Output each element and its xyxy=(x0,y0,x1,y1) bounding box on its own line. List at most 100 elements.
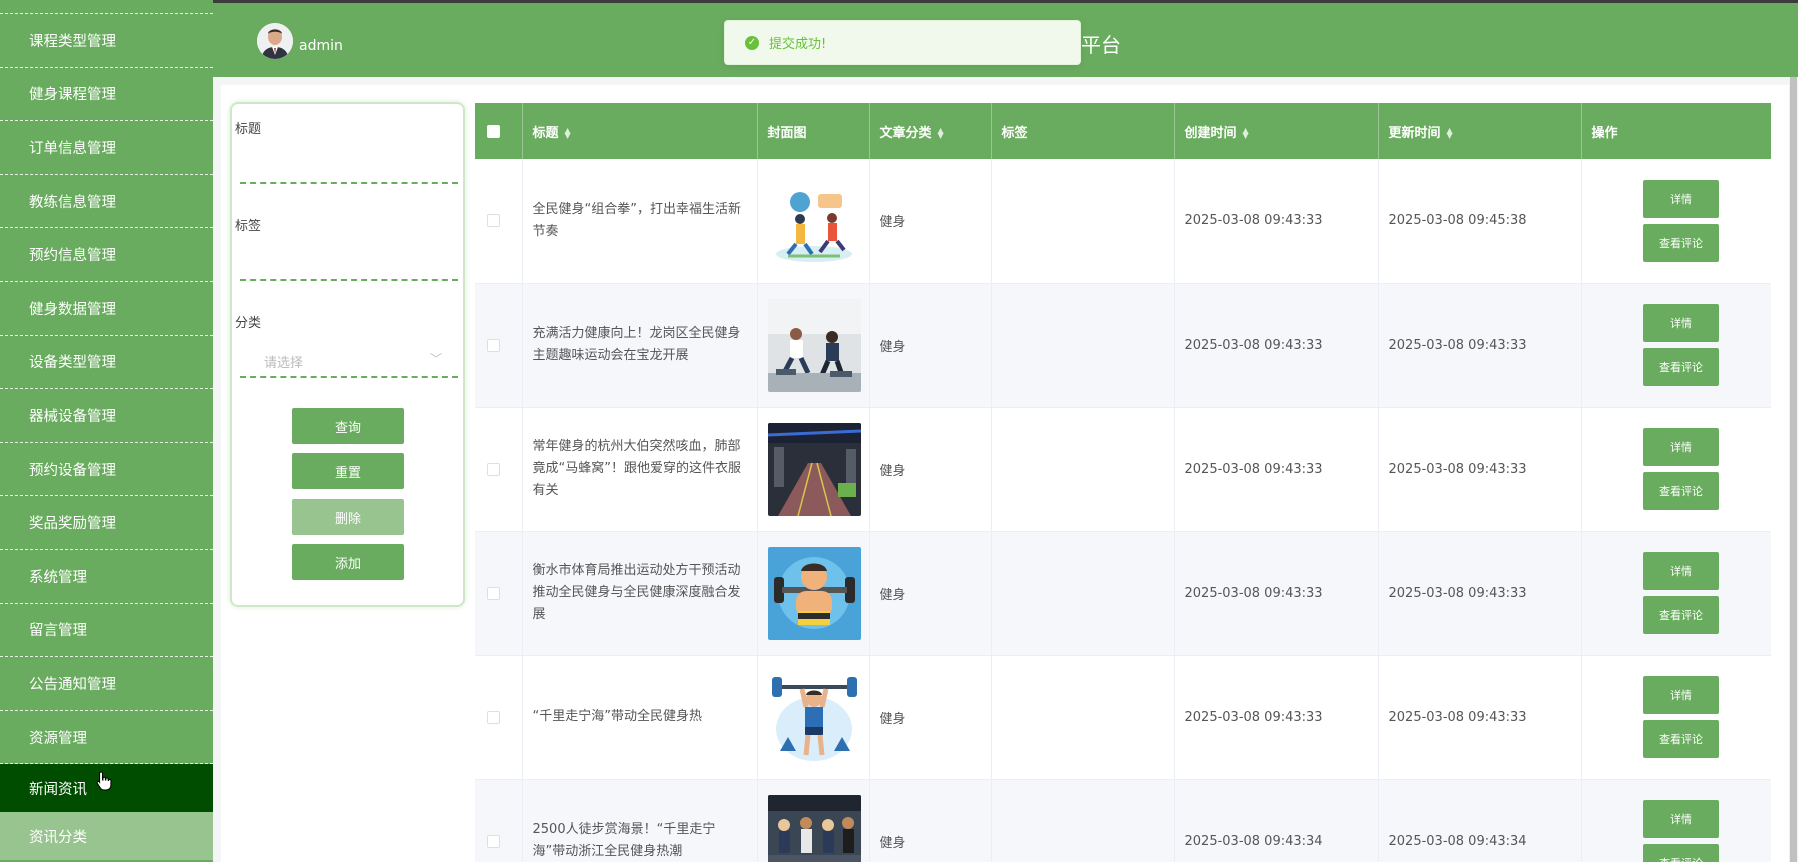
column-header-cover: 封面图 xyxy=(757,103,870,159)
cover-image[interactable] xyxy=(767,794,861,862)
detail-button[interactable]: 详情 xyxy=(1643,304,1719,342)
row-checkbox[interactable] xyxy=(487,338,500,352)
category-select[interactable]: 请选择 xyxy=(264,352,303,371)
column-header-actions: 操作 xyxy=(1581,103,1771,159)
row-tags xyxy=(991,779,1175,862)
row-updated: 2025-03-08 09:43:33 xyxy=(1378,283,1582,407)
row-updated: 2025-03-08 09:45:38 xyxy=(1378,159,1582,283)
select-all-header xyxy=(475,103,523,159)
chevron-down-icon[interactable]: ﹀ xyxy=(430,350,442,367)
toast-message: 提交成功! xyxy=(769,37,827,52)
view-comments-button[interactable]: 查看评论 xyxy=(1643,472,1719,510)
column-header-title[interactable]: 标题 ▲ ▼ xyxy=(522,103,758,159)
sidebar-item-device-booking[interactable]: 预约设备管理 xyxy=(0,443,213,497)
column-header-updated[interactable]: 更新时间 ▲ ▼ xyxy=(1378,103,1582,159)
username: admin xyxy=(299,38,343,54)
sidebar-item-rewards[interactable]: 奖品奖励管理 xyxy=(0,496,213,550)
row-actions: 详情查看评论 xyxy=(1581,779,1771,862)
delete-button[interactable]: 删除 xyxy=(292,499,404,535)
row-checkbox[interactable] xyxy=(487,462,500,476)
row-checkbox[interactable] xyxy=(487,586,500,600)
row-title: 2500人徒步赏海景！“千里走宁海”带动浙江全民健身热潮 xyxy=(522,779,758,862)
title-input[interactable] xyxy=(240,182,458,184)
row-created: 2025-03-08 09:43:33 xyxy=(1174,407,1379,531)
table-row: 常年健身的杭州大伯突然咳血，肺部竟成“马蜂窝”！跟他爱穿的这件衣服有关 健身 2… xyxy=(475,407,1771,531)
hand-cursor-icon xyxy=(96,771,112,796)
column-header-created[interactable]: 创建时间 ▲ ▼ xyxy=(1174,103,1379,159)
sidebar-item-equipment[interactable]: 器械设备管理 xyxy=(0,389,213,443)
row-created: 2025-03-08 09:43:34 xyxy=(1174,779,1379,862)
row-tags xyxy=(991,159,1175,283)
tag-input[interactable] xyxy=(240,279,458,281)
sidebar-subitem-news-category[interactable]: 资讯分类 xyxy=(0,812,213,861)
category-field-label: 分类 xyxy=(235,316,262,331)
sidebar-item-appointments[interactable]: 预约信息管理 xyxy=(0,228,213,282)
site-title: 平台 xyxy=(1081,33,1121,57)
view-comments-button[interactable]: 查看评论 xyxy=(1643,223,1719,262)
row-cover xyxy=(757,407,870,531)
row-title: “千里走宁海”带动全民健身热 xyxy=(522,655,758,779)
sidebar-item-fitness-course[interactable]: 健身课程管理 xyxy=(0,68,213,122)
row-actions: 详情查看评论 xyxy=(1581,283,1771,407)
row-created: 2025-03-08 09:43:33 xyxy=(1174,283,1379,407)
cover-image[interactable] xyxy=(767,422,861,516)
sidebar-item-coaches[interactable]: 教练信息管理 xyxy=(0,175,213,229)
row-select-cell xyxy=(475,655,523,779)
page-scrollbar-thumb[interactable] xyxy=(1790,77,1797,862)
sort-icon[interactable]: ▲ ▼ xyxy=(938,127,944,140)
view-comments-button[interactable]: 查看评论 xyxy=(1643,348,1719,386)
row-updated: 2025-03-08 09:43:34 xyxy=(1378,779,1582,862)
column-header-category[interactable]: 文章分类 ▲ ▼ xyxy=(869,103,992,159)
sidebar-item-orders[interactable]: 订单信息管理 xyxy=(0,121,213,175)
sidebar-item-announcements[interactable]: 公告通知管理 xyxy=(0,657,213,711)
row-cover xyxy=(757,655,870,779)
tag-field-label: 标签 xyxy=(235,219,262,234)
check-circle-icon: ✓ xyxy=(745,35,759,50)
view-comments-button[interactable]: 查看评论 xyxy=(1643,596,1719,634)
detail-button[interactable]: 详情 xyxy=(1643,676,1719,714)
row-checkbox[interactable] xyxy=(487,834,500,848)
view-comments-button[interactable]: 查看评论 xyxy=(1643,844,1719,862)
sort-icon[interactable]: ▲ ▼ xyxy=(1243,127,1249,140)
cover-image[interactable] xyxy=(767,174,861,268)
sidebar-item-fitness-data[interactable]: 健身数据管理 xyxy=(0,282,213,336)
row-title: 常年健身的杭州大伯突然咳血，肺部竟成“马蜂窝”！跟他爱穿的这件衣服有关 xyxy=(522,407,758,531)
sidebar-item-messages[interactable]: 留言管理 xyxy=(0,604,213,658)
success-toast: ✓ 提交成功! xyxy=(724,20,1081,65)
category-select-underline xyxy=(240,376,458,378)
sidebar-item-system[interactable]: 系统管理 xyxy=(0,550,213,604)
detail-button[interactable]: 详情 xyxy=(1643,428,1719,466)
sidebar-item-resources[interactable]: 资源管理 xyxy=(0,711,213,765)
row-tags xyxy=(991,283,1175,407)
reset-button[interactable]: 重置 xyxy=(292,453,404,489)
sidebar-item-device-type[interactable]: 设备类型管理 xyxy=(0,336,213,390)
detail-button[interactable]: 详情 xyxy=(1643,179,1719,218)
add-button[interactable]: 添加 xyxy=(292,544,404,580)
cover-image[interactable] xyxy=(767,670,861,764)
view-comments-button[interactable]: 查看评论 xyxy=(1643,720,1719,758)
sort-icon[interactable]: ▲ ▼ xyxy=(565,127,571,140)
detail-button[interactable]: 详情 xyxy=(1643,800,1719,838)
sidebar-item-course-type[interactable]: 课程类型管理 xyxy=(0,14,213,68)
row-actions: 详情查看评论 xyxy=(1581,655,1771,779)
row-actions: 详情查看评论 xyxy=(1581,531,1771,655)
row-category: 健身 xyxy=(869,531,992,655)
avatar[interactable] xyxy=(257,23,293,59)
table-row: 全民健身“组合拳”，打出幸福生活新节奏 健身 2025-03-08 09:43:… xyxy=(475,159,1771,283)
row-category: 健身 xyxy=(869,159,992,283)
row-cover xyxy=(757,159,870,283)
table-header-row: 标题 ▲ ▼ 封面图 文章分类 ▲ ▼ 标签 创建时间 ▲ ▼ 更新时间 ▲ ▼ 操作 xyxy=(475,103,1771,159)
row-category: 健身 xyxy=(869,655,992,779)
cover-image[interactable] xyxy=(767,546,861,640)
detail-button[interactable]: 详情 xyxy=(1643,552,1719,590)
row-checkbox[interactable] xyxy=(487,214,500,228)
row-checkbox[interactable] xyxy=(487,710,500,724)
sidebar: 课程类型管理 健身课程管理 订单信息管理 教练信息管理 预约信息管理 健身数据管… xyxy=(0,0,213,862)
row-updated: 2025-03-08 09:43:33 xyxy=(1378,407,1582,531)
query-button[interactable]: 查询 xyxy=(292,408,404,444)
select-all-checkbox[interactable] xyxy=(487,124,500,138)
row-title: 全民健身“组合拳”，打出幸福生活新节奏 xyxy=(522,159,758,283)
row-created: 2025-03-08 09:43:33 xyxy=(1174,159,1379,283)
cover-image[interactable] xyxy=(767,298,861,392)
sort-icon[interactable]: ▲ ▼ xyxy=(1447,127,1453,140)
